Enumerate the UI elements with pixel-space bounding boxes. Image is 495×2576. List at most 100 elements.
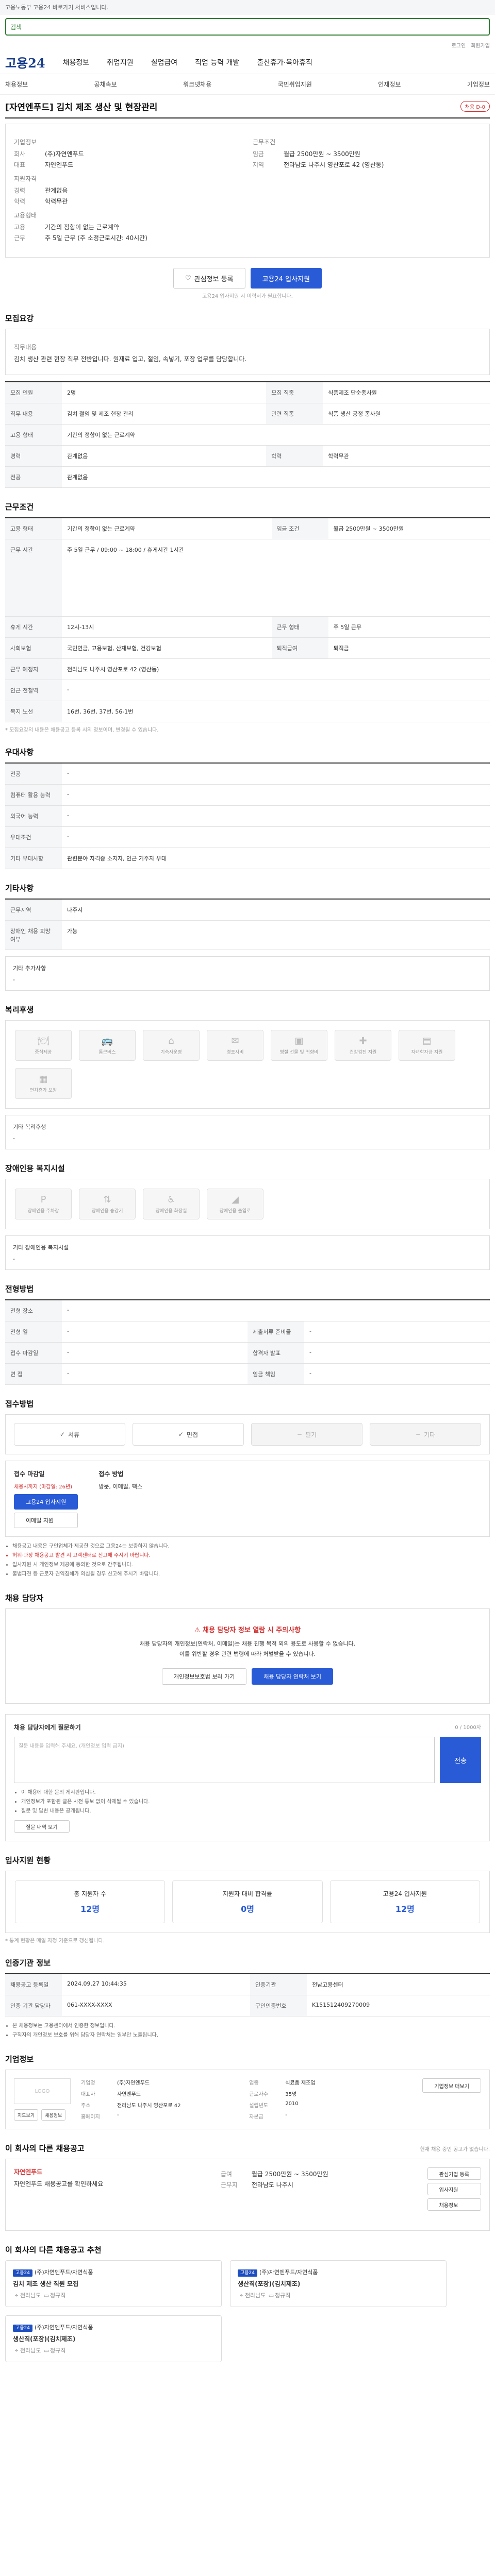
bus-icon: 🚌 bbox=[101, 1036, 113, 1046]
check-icon: ✓ bbox=[178, 1431, 184, 1438]
util-link-signup[interactable]: 회원가입 bbox=[471, 41, 490, 49]
company-key: 업종 bbox=[249, 2080, 259, 2086]
recommend-loc: 전라남도 bbox=[245, 2292, 266, 2299]
section-title: 이 회사의 다른 채용공고 추천 bbox=[5, 2245, 102, 2255]
disability-item-label: 장애인용 출입로 bbox=[219, 1209, 251, 1214]
row-value: 2명 bbox=[62, 382, 267, 403]
heart-icon: ♡ bbox=[185, 274, 191, 282]
kv-value: 기간의 정함이 없는 근로계약 bbox=[45, 224, 119, 231]
method-option: ✓ 서류 bbox=[14, 1423, 125, 1446]
restroom-icon: ♿ bbox=[167, 1194, 176, 1205]
row-value: 가능 bbox=[62, 920, 490, 950]
method-options: ✓ 서류 ✓ 면접 − 필기 − 기타 bbox=[5, 1414, 490, 1454]
company-map-button[interactable]: 지도보기 bbox=[14, 2109, 39, 2121]
method-apply-button[interactable]: 고용24 입사지원 bbox=[14, 1494, 78, 1510]
table-row: 근무지역 나주시 bbox=[5, 899, 490, 921]
table-row: 사회보험 국민연금, 고용보험, 산재보험, 건강보험 퇴직급여 퇴직금 bbox=[5, 637, 490, 659]
privacy-law-button[interactable]: 개인정보보호법 보러 가기 bbox=[161, 1668, 247, 1685]
recommend-card[interactable]: 고용24 (주)자연엔푸드/자연식품 생산직(포장)(김치제조) ⌖ 전라남도 ▭ 정… bbox=[5, 2315, 222, 2362]
method-option: − 필기 bbox=[251, 1423, 362, 1446]
table-row: 인근 전철역 - bbox=[5, 680, 490, 701]
table-row: 고용 형태 기간의 정함이 없는 근로계약 임금 조건 월급 2500만원 ~ 350… bbox=[5, 518, 490, 539]
section-title: 이 회사의 다른 채용공고 bbox=[5, 2144, 85, 2153]
nav-item-benefit[interactable]: 실업급여 bbox=[151, 57, 178, 67]
recommend-card[interactable]: 고용24 (주)자연엔푸드/자연식품 생산직(포장)(김치제조) ⌖ 전라남도 ▭ 정… bbox=[230, 2260, 447, 2307]
company-more-button[interactable]: 기업정보 더보기 bbox=[422, 2078, 481, 2093]
row-key: 장애인 채용 희망 여부 bbox=[5, 920, 62, 950]
company-key: 자본금 bbox=[249, 2114, 263, 2120]
show-contact-button[interactable]: 채용 담당자 연락처 보기 bbox=[252, 1668, 333, 1685]
contact-section: 채용 담당자 ⚠ 채용 담당자 정보 열람 시 주의사항 채용 담당자의 개인정… bbox=[5, 1592, 490, 1841]
subnav-item[interactable]: 기업정보 bbox=[467, 80, 490, 89]
row-value: - bbox=[62, 1363, 248, 1385]
other-apply-button[interactable]: 입사지원 bbox=[427, 2183, 482, 2195]
follow-company-button[interactable]: 관심기업 등록 bbox=[427, 2167, 482, 2180]
welfare-item-label: 연차휴가 보장 bbox=[29, 1088, 57, 1093]
row-key: 전형 일 bbox=[5, 1321, 62, 1343]
sub-nav: 채용정보 공채속보 워크넷채용 국민취업지원 인재정보 기업정보 bbox=[0, 74, 495, 95]
company-key: 홈페이지 bbox=[81, 2114, 100, 2120]
meal-icon: 🍽 bbox=[37, 1036, 50, 1046]
submit-label: 접수 마감일 bbox=[14, 1470, 45, 1478]
row-value: 2024.09.27 10:44:35 bbox=[62, 1974, 250, 1995]
row-key: 모집 인원 bbox=[5, 382, 62, 403]
apply-button[interactable]: 고용24 입사지원 bbox=[250, 268, 322, 289]
util-link-login[interactable]: 로그인 bbox=[452, 41, 466, 49]
row-key: 인증 기관 담당자 bbox=[5, 1995, 62, 2016]
kv-value: 전라남도 나주시 영산포로 42 (영산동) bbox=[284, 161, 384, 168]
row-key: 기타 우대사항 bbox=[5, 848, 62, 869]
qa-submit-button[interactable]: 전송 bbox=[440, 1737, 481, 1783]
email-apply-button[interactable]: 이메일 지원 bbox=[14, 1513, 78, 1528]
row-key: 고용 형태 bbox=[5, 424, 62, 446]
company-value: - bbox=[117, 2112, 119, 2118]
recommend-title: 생산직(포장)(김치제조) bbox=[238, 2280, 301, 2287]
other-list-button[interactable]: 채용정보 bbox=[427, 2198, 482, 2211]
company-list-button[interactable]: 채용정보 bbox=[41, 2109, 66, 2121]
gift-icon: ✉ bbox=[231, 1036, 239, 1046]
stat-value: 0명 bbox=[241, 1904, 254, 1914]
other-left-title: 자연엔푸드 bbox=[14, 2168, 43, 2176]
company-grid: 기업명 (주)자연엔푸드 업종 식료품 제조업 대표자 자연엔푸드 근로자수 35명 주소 전… bbox=[81, 2078, 412, 2121]
scrap-button[interactable]: ♡ 관심정보 등록 bbox=[173, 268, 245, 289]
kv-key: 고용 bbox=[14, 224, 26, 231]
nav-item-training[interactable]: 직업 능력 개발 bbox=[195, 57, 239, 67]
recommend-type: 정규직 bbox=[50, 2347, 66, 2354]
subnav-item[interactable]: 채용정보 bbox=[5, 80, 28, 89]
cert-section: 인증기관 정보 채용공고 등록일 2024.09.27 10:44:35 인증기관 전… bbox=[5, 1957, 490, 2040]
company-value: 자연엔푸드 bbox=[117, 2092, 141, 2097]
disability-item-label: 장애인용 승강기 bbox=[91, 1209, 123, 1214]
stat-value: 12명 bbox=[395, 1904, 415, 1914]
row-key: 고용 형태 bbox=[5, 518, 62, 539]
welfare-section: 복리후생 🍽 중식제공 🚌 통근버스 ⌂ 기숙사운영 ✉ 경조사비 ▣ 명절 선물 및 귀… bbox=[5, 1004, 490, 1149]
welfare-item: 🚌 통근버스 bbox=[79, 1030, 136, 1061]
job-desc: 김치 생산 관련 현장 직무 전반입니다. 원재료 입고, 절임, 속넣기, 포… bbox=[14, 355, 247, 363]
welfare-item-label: 건강검진 지원 bbox=[349, 1050, 377, 1055]
subnav-item[interactable]: 워크넷채용 bbox=[183, 80, 211, 89]
recommend-card[interactable]: 고용24 (주)자연엔푸드/자연식품 김치 제조 생산 직원 모집 ⌖ 전라남도 ▭… bbox=[5, 2260, 222, 2307]
row-key: 전형 장소 bbox=[5, 1300, 62, 1321]
benefits-table: 전공 - 컴퓨터 활용 능력 - 외국어 능력 - 우대조건 - 기타 우대사항 관련분야… bbox=[5, 762, 490, 869]
subnav-item[interactable]: 국민취업지원 bbox=[278, 80, 312, 89]
qa-textarea[interactable]: 질문 내용을 입력해 주세요. (개인정보 입력 금지) bbox=[14, 1737, 435, 1783]
nav-item-jobs[interactable]: 채용정보 bbox=[63, 57, 90, 67]
stat-value: 12명 bbox=[80, 1904, 100, 1914]
qa-history-button[interactable]: 질문 내역 보기 bbox=[14, 1820, 70, 1833]
welfare-grid: 🍽 중식제공 🚌 통근버스 ⌂ 기숙사운영 ✉ 경조사비 ▣ 명절 선물 및 귀향비 ✚ 건… bbox=[5, 1020, 490, 1109]
recommend-loc: 전라남도 bbox=[20, 2347, 41, 2354]
row-key: 임금 책임 bbox=[248, 1363, 304, 1385]
company-box: LOGO 지도보기 채용정보 기업명 (주)자연엔푸드 업종 식료품 제조업 대표자 자… bbox=[5, 2070, 490, 2129]
nav-item-leave[interactable]: 출산휴가·육아휴직 bbox=[257, 57, 312, 67]
row-value: 061-XXXX-XXXX bbox=[62, 1995, 250, 2016]
recommend-loc: 전라남도 bbox=[20, 2292, 41, 2299]
disability-section: 장애인용 복지시설 P 장애인용 주차장 ⇅ 장애인용 승강기 ♿ 장애인용 화장실 … bbox=[5, 1163, 490, 1270]
section-title: 장애인용 복지시설 bbox=[5, 1164, 65, 1173]
subnav-item[interactable]: 공채속보 bbox=[94, 80, 117, 89]
method-option: − 기타 bbox=[370, 1423, 481, 1446]
row-value: 관계없음 bbox=[62, 445, 267, 467]
nav-item-support[interactable]: 취업지원 bbox=[107, 57, 134, 67]
row-value: - bbox=[62, 1321, 248, 1343]
recommend-title: 생산직(포장)(김치제조) bbox=[13, 2335, 76, 2343]
site-logo[interactable]: 고용24 bbox=[5, 53, 45, 71]
search-input[interactable]: 검색 bbox=[5, 18, 490, 36]
subnav-item[interactable]: 인재정보 bbox=[378, 80, 401, 89]
